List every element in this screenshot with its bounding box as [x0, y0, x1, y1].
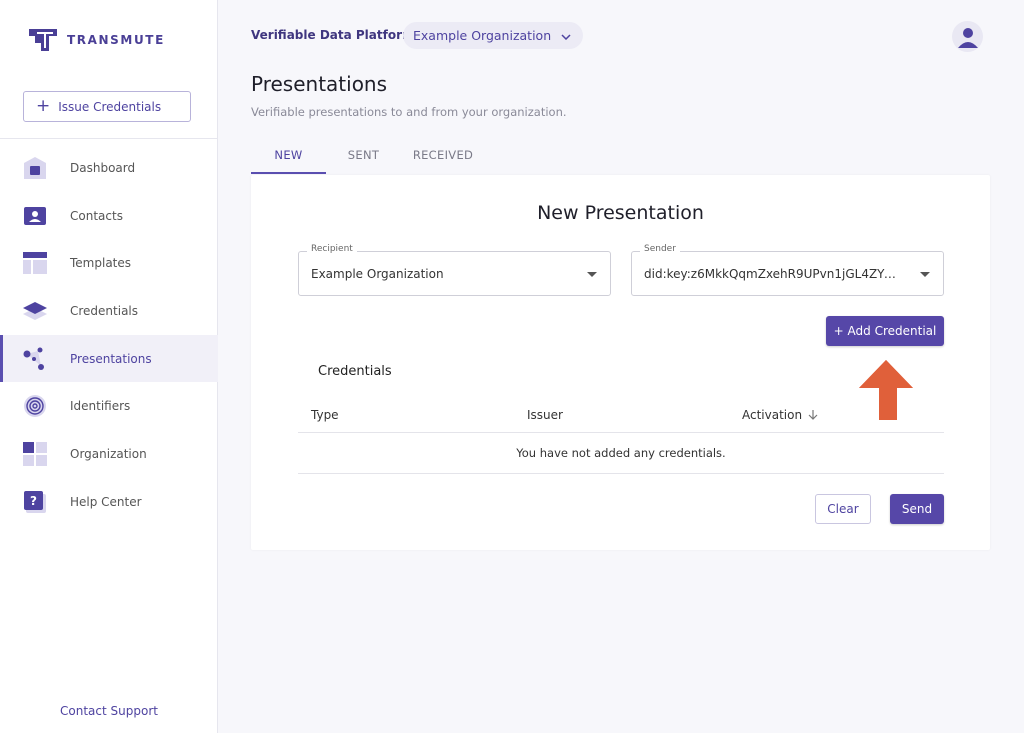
credentials-section-title: Credentials	[318, 364, 392, 379]
tab-bar: NEW SENT RECEIVED	[251, 138, 485, 174]
sidebar-item-label: Dashboard	[70, 160, 136, 175]
page-title: Presentations	[251, 72, 388, 96]
sidebar-item-organization[interactable]: Organization	[0, 430, 218, 478]
org-selector[interactable]: Example Organization	[403, 22, 584, 49]
template-icon	[22, 250, 48, 276]
sidebar-item-help-center[interactable]: ? Help Center	[0, 478, 218, 526]
dropdown-caret-icon	[920, 272, 930, 277]
send-button[interactable]: Send	[890, 494, 944, 524]
sidebar-item-label: Contacts	[70, 208, 123, 223]
chevron-down-icon	[561, 28, 571, 43]
sidebar-item-label: Presentations	[70, 351, 152, 366]
recipient-value: Example Organization	[311, 266, 444, 281]
sidebar-item-label: Organization	[70, 446, 147, 461]
svg-text:?: ?	[30, 494, 37, 508]
sidebar-item-label: Identifiers	[70, 399, 131, 414]
arrow-up-icon	[859, 360, 913, 420]
user-icon	[957, 27, 978, 48]
brand-name: TRANSMUTE	[67, 33, 165, 47]
sidebar-item-label: Help Center	[70, 494, 142, 509]
sidebar-item-label: Templates	[70, 256, 132, 271]
sender-value: did:key:z6MkkQqmZxehR9UPvn1jGL4ZYC1E...	[644, 266, 899, 281]
issue-credentials-button[interactable]: + Issue Credentials	[23, 91, 191, 122]
sidebar-nav: Dashboard Contacts Templates Credentials…	[0, 144, 218, 526]
clear-button[interactable]: Clear	[815, 494, 871, 524]
sidebar-item-presentations[interactable]: Presentations	[0, 334, 218, 383]
column-header-type[interactable]: Type	[311, 408, 339, 422]
tab-received[interactable]: RECEIVED	[401, 138, 485, 174]
tab-new[interactable]: NEW	[251, 138, 326, 174]
table-header-divider	[298, 432, 944, 433]
plus-icon: +	[36, 96, 51, 116]
table-bottom-divider	[298, 473, 944, 474]
sidebar-item-identifiers[interactable]: Identifiers	[0, 382, 218, 430]
issue-credentials-label: Issue Credentials	[58, 99, 162, 114]
sidebar-item-label: Credentials	[70, 303, 139, 318]
org-selector-label: Example Organization	[413, 28, 552, 43]
brand-logo[interactable]: TRANSMUTE	[27, 27, 165, 53]
grid-icon	[22, 441, 48, 467]
new-presentation-card: New Presentation Recipient Example Organ…	[251, 175, 990, 550]
page-subtitle: Verifiable presentations to and from you…	[251, 105, 567, 119]
sender-label: Sender	[640, 244, 680, 254]
recipient-label: Recipient	[307, 244, 357, 254]
contact-support-link[interactable]: Contact Support	[0, 704, 218, 718]
fingerprint-icon	[22, 393, 48, 419]
sidebar-item-credentials[interactable]: Credentials	[0, 287, 218, 335]
sidebar-item-templates[interactable]: Templates	[0, 239, 218, 287]
sender-select[interactable]: Sender did:key:z6MkkQqmZxehR9UPvn1jGL4ZY…	[631, 244, 944, 296]
recipient-select[interactable]: Recipient Example Organization	[298, 244, 611, 296]
tab-sent[interactable]: SENT	[326, 138, 401, 174]
empty-table-message: You have not added any credentials.	[516, 446, 726, 460]
column-header-issuer[interactable]: Issuer	[527, 408, 563, 422]
add-credential-button[interactable]: + Add Credential	[826, 316, 944, 346]
sidebar-item-dashboard[interactable]: Dashboard	[0, 144, 218, 192]
sort-arrow-down-icon	[808, 410, 818, 420]
dropdown-caret-icon	[587, 272, 597, 277]
user-avatar[interactable]	[952, 21, 983, 52]
layers-icon	[22, 298, 48, 324]
sidebar: TRANSMUTE + Issue Credentials Dashboard …	[0, 0, 218, 733]
help-icon: ?	[22, 489, 48, 515]
molecule-icon	[22, 346, 48, 372]
sidebar-divider	[0, 138, 218, 139]
sidebar-item-contacts[interactable]: Contacts	[0, 192, 218, 240]
transmute-logo-icon	[29, 29, 57, 51]
column-header-activation-label: Activation	[742, 408, 803, 422]
platform-title: Verifiable Data Platform	[251, 28, 415, 42]
contact-card-icon	[22, 203, 48, 229]
column-header-activation[interactable]: Activation	[742, 408, 818, 422]
card-title: New Presentation	[537, 202, 704, 224]
home-icon	[22, 155, 48, 181]
